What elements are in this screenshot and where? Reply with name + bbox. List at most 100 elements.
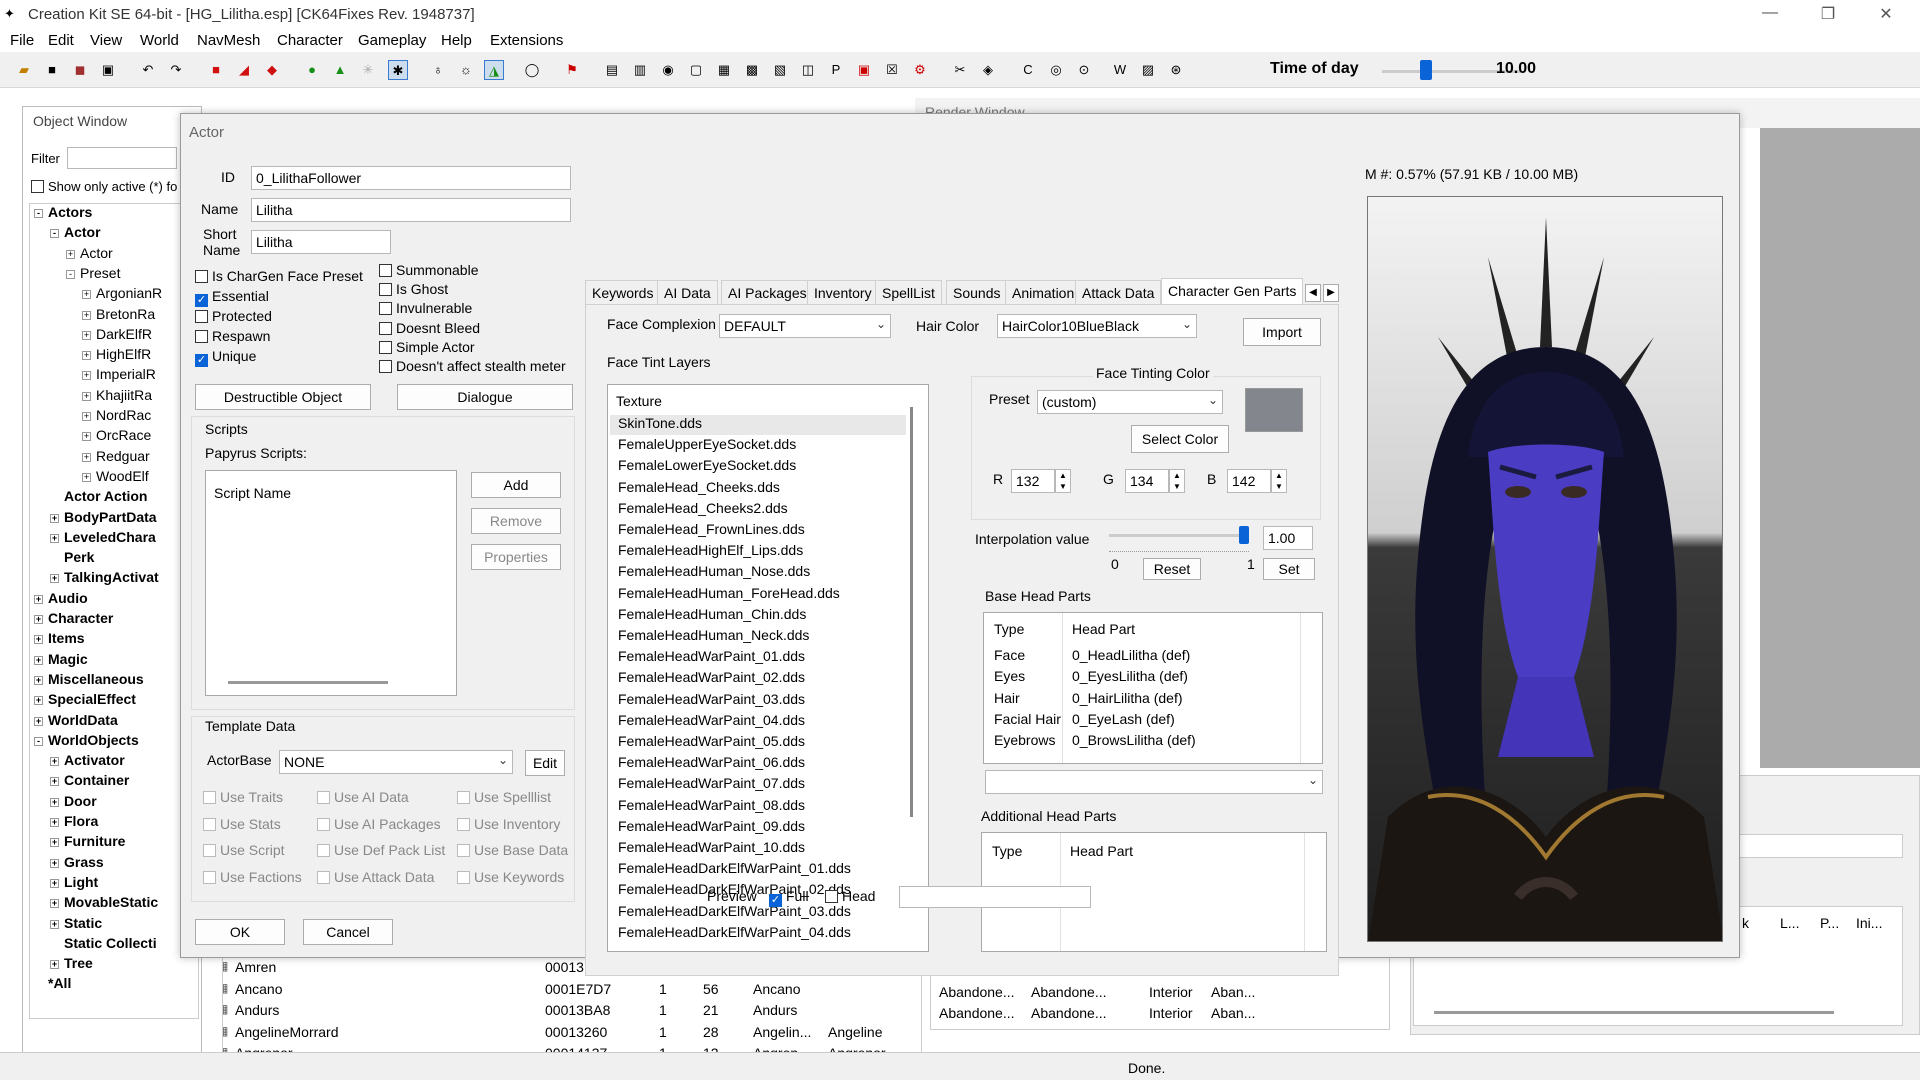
checkbox[interactable]: Use Script <box>203 842 285 858</box>
tree-item[interactable]: + Items <box>34 630 85 646</box>
edit-template-button[interactable]: Edit <box>525 750 565 776</box>
tree-item[interactable]: + Flora <box>50 813 98 829</box>
object-tree[interactable]: - Actors - Actor + Actor - Preset + ArgonianR + Bre… <box>29 203 199 1019</box>
checkbox[interactable]: Summonable <box>379 262 479 278</box>
preview-field[interactable] <box>899 886 1091 908</box>
tree-item[interactable]: Static Collecti <box>50 935 157 951</box>
head-part-header[interactable]: Head Part <box>1072 621 1135 637</box>
face-complexion-select[interactable]: DEFAULT ⌄ <box>719 314 891 338</box>
textures-scrollbar[interactable] <box>910 407 913 817</box>
head-part-header[interactable]: Head Part <box>1070 843 1133 859</box>
tree-item[interactable]: + Redguar <box>82 448 150 464</box>
tool-j-icon[interactable]: ⚙ <box>910 60 930 80</box>
tree-item[interactable]: + WorldData <box>34 712 118 728</box>
col-header[interactable]: P... <box>1820 915 1839 931</box>
col-header[interactable]: L... <box>1780 915 1799 931</box>
expand-icon[interactable]: + <box>34 615 43 624</box>
col-header[interactable]: Ini... <box>1856 915 1882 931</box>
b-field[interactable]: 142 <box>1227 469 1271 493</box>
menu-navmesh[interactable]: NavMesh <box>197 32 260 49</box>
expand-icon[interactable]: + <box>66 249 75 259</box>
time-of-day-thumb[interactable] <box>1420 60 1432 80</box>
scripts-list[interactable]: Script Name <box>205 470 457 696</box>
checkbox[interactable]: Use Factions <box>203 869 302 885</box>
terrain-icon[interactable]: ◮ <box>484 60 504 80</box>
texture-item[interactable]: FemaleHeadDarkElfWarPaint_03.dds <box>610 903 906 923</box>
short-name-field[interactable]: Lilitha <box>251 230 391 254</box>
actorbase-select[interactable]: NONE ⌄ <box>279 750 513 774</box>
head-part-row[interactable]: Eyes 0_EyesLilitha (def) <box>984 668 1300 688</box>
tree-item[interactable]: - Actor <box>50 224 101 240</box>
tool-i-icon[interactable]: ▣ <box>854 60 874 80</box>
ok-button[interactable]: OK <box>195 919 285 945</box>
expand-icon[interactable]: + <box>34 716 43 726</box>
filter-input[interactable] <box>67 147 177 169</box>
type-header[interactable]: Type <box>992 843 1022 859</box>
menu-world[interactable]: World <box>140 32 179 49</box>
angle-icon[interactable]: ◢ <box>234 60 254 80</box>
texture-item[interactable]: FemaleHeadWarPaint_09.dds <box>610 818 906 838</box>
table-row[interactable]: ▦ Ancano 0001E7D7 1 56 Ancano <box>223 981 921 1001</box>
tab-keywords[interactable]: Keywords <box>585 280 661 304</box>
col-header[interactable]: k <box>1742 915 1749 931</box>
tree-item[interactable]: + Grass <box>50 854 104 870</box>
tab-sounds[interactable]: Sounds <box>946 280 1008 304</box>
navmesh-icon[interactable]: ● <box>302 60 322 80</box>
checkbox[interactable]: Is CharGen Face Preset <box>195 268 363 284</box>
expand-icon[interactable]: + <box>82 432 91 442</box>
expand-icon[interactable]: + <box>50 574 59 584</box>
tool-x-icon[interactable]: ☒ <box>882 60 902 80</box>
expand-icon[interactable]: + <box>50 777 59 787</box>
tool-g-icon[interactable]: ▧ <box>770 60 790 80</box>
tree-item[interactable]: + DarkElfR <box>82 326 152 342</box>
tab-inventory[interactable]: Inventory <box>807 280 879 304</box>
tab-ai-packages[interactable]: AI Packages <box>721 280 814 304</box>
scrollbar[interactable] <box>1434 1011 1834 1014</box>
name-field[interactable]: Lilitha <box>251 198 571 222</box>
tab-animation[interactable]: Animation <box>1005 280 1082 304</box>
render-viewport[interactable] <box>1760 128 1920 768</box>
interpolation-thumb[interactable] <box>1239 526 1249 544</box>
texture-item[interactable]: FemaleHeadWarPaint_04.dds <box>610 712 906 732</box>
redo-icon[interactable]: ↷ <box>166 60 186 80</box>
texture-item[interactable]: FemaleHeadDarkElfWarPaint_04.dds <box>610 924 906 944</box>
tree-item[interactable]: + OrcRace <box>82 427 151 443</box>
tool-l-icon[interactable]: ◈ <box>978 60 998 80</box>
menu-view[interactable]: View <box>90 32 122 49</box>
texture-item[interactable]: FemaleUpperEyeSocket.dds <box>610 436 906 456</box>
undo-icon[interactable]: ↶ <box>138 60 158 80</box>
expand-icon[interactable]: + <box>50 919 59 929</box>
expand-icon[interactable]: + <box>50 818 59 827</box>
tab-attack-data[interactable]: Attack Data <box>1075 280 1162 304</box>
cancel-button[interactable]: Cancel <box>303 919 393 945</box>
preferences-icon[interactable]: ▣ <box>98 60 118 80</box>
close-icon[interactable]: ✕ <box>1866 4 1906 24</box>
interpolation-slider[interactable] <box>1109 534 1249 537</box>
checkbox[interactable]: Invulnerable <box>379 300 472 316</box>
tool-o-icon[interactable]: ▨ <box>1138 60 1158 80</box>
expand-icon[interactable]: + <box>82 310 91 320</box>
checkbox[interactable]: Use Def Pack List <box>317 842 445 858</box>
tool-e-icon[interactable]: ▦ <box>714 60 734 80</box>
expand-icon[interactable]: + <box>50 797 59 807</box>
minimize-icon[interactable]: — <box>1750 4 1790 22</box>
tree-item[interactable]: + HighElfR <box>82 346 151 362</box>
expand-icon[interactable]: + <box>50 533 59 543</box>
texture-header[interactable]: Texture <box>616 393 662 409</box>
tool-m-icon[interactable]: ◎ <box>1046 60 1066 80</box>
tree-item[interactable]: Actor Action <box>50 488 147 504</box>
checkbox[interactable]: Doesnt Bleed <box>379 320 480 336</box>
select-color-button[interactable]: Select Color <box>1131 425 1229 453</box>
texture-item[interactable]: FemaleHead_Cheeks2.dds <box>610 500 906 520</box>
checkbox[interactable]: Doesn't affect stealth meter <box>379 358 566 374</box>
tree-item[interactable]: + KhajiitRa <box>82 387 152 403</box>
expand-icon[interactable]: + <box>50 858 59 868</box>
tab-scroll-left-icon[interactable]: ◀ <box>1305 284 1321 302</box>
checkbox[interactable]: Use Traits <box>203 789 283 805</box>
g-spinner-icon[interactable]: ▲ ▼ <box>1169 469 1185 493</box>
tool-d-icon[interactable]: ▢ <box>686 60 706 80</box>
checkbox[interactable]: Use Spelllist <box>457 789 551 805</box>
tree-item[interactable]: + Audio <box>34 590 88 606</box>
tree-item[interactable]: + Character <box>34 610 113 626</box>
id-field[interactable]: 0_LilithaFollower <box>251 166 571 190</box>
